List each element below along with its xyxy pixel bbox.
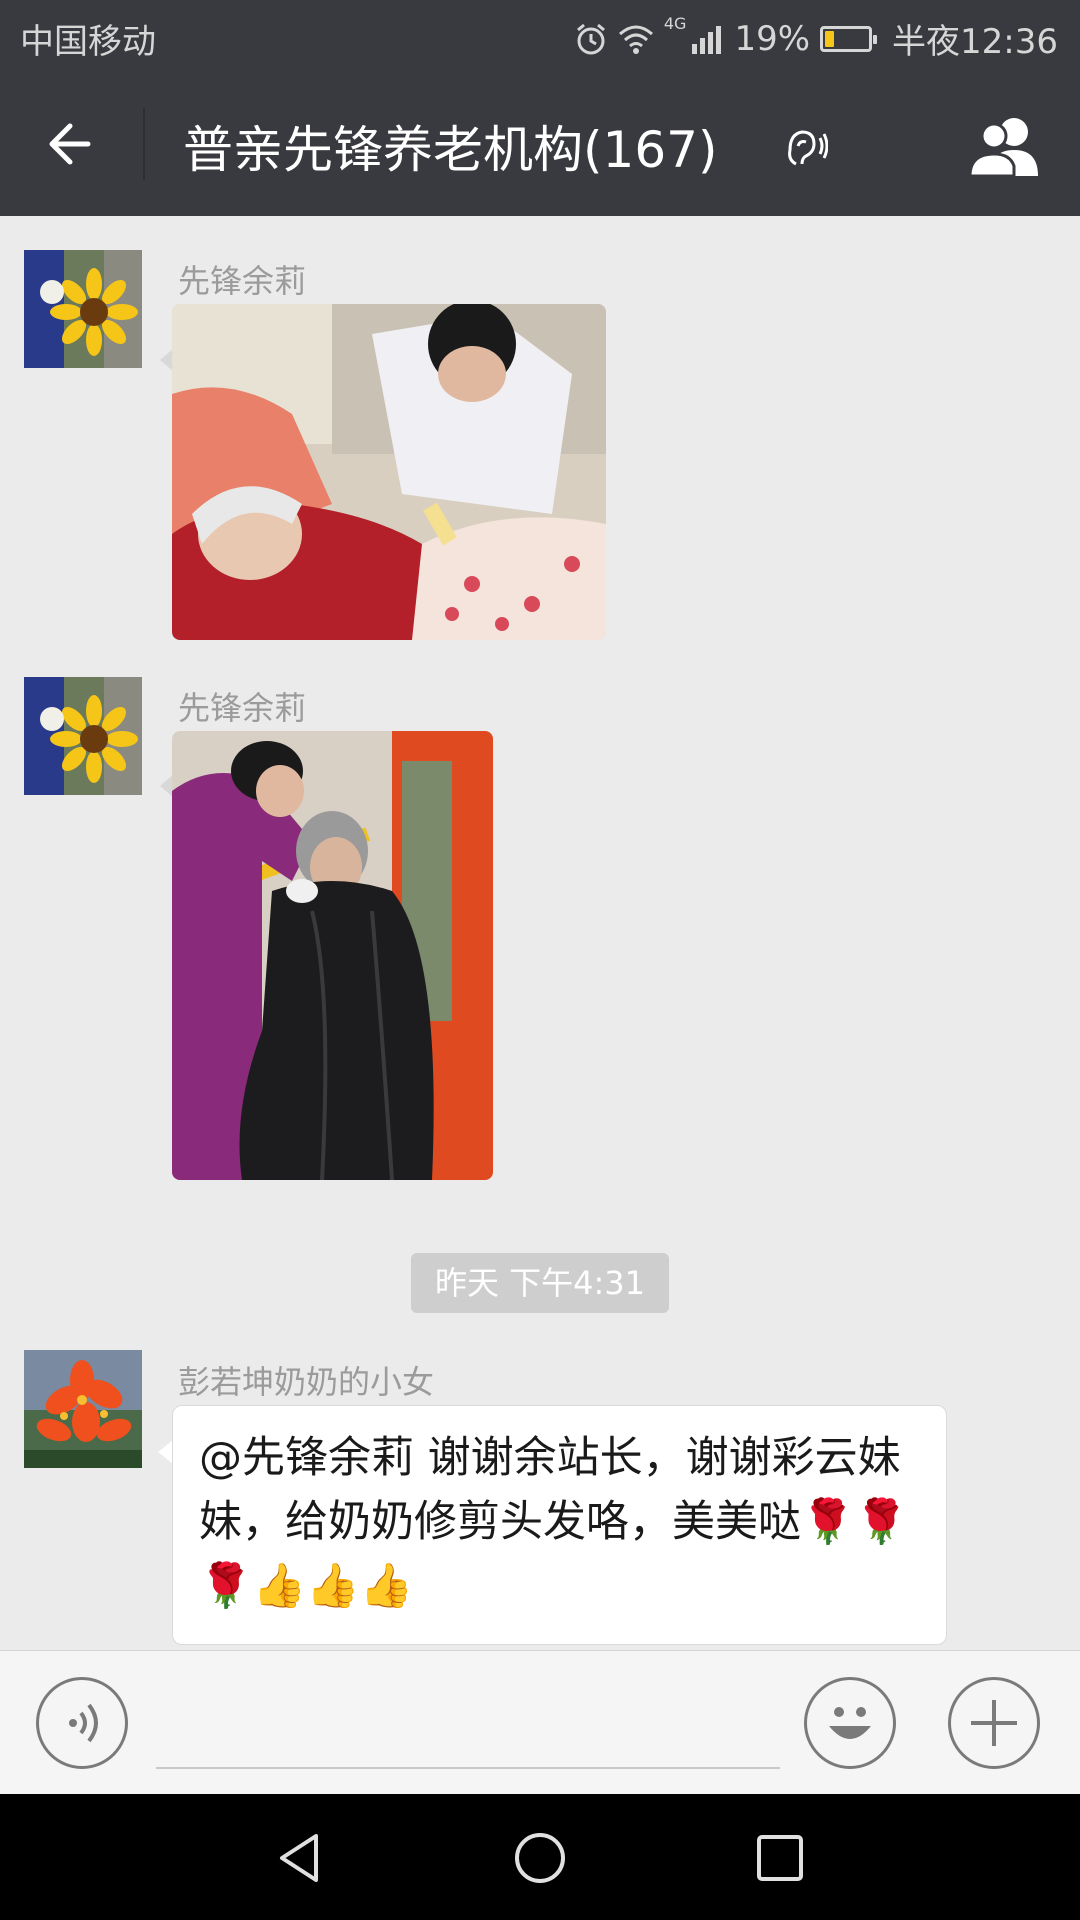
earpiece-mode-icon xyxy=(788,130,828,166)
clock: 半夜12:36 xyxy=(892,22,1058,62)
battery-percent: 19% xyxy=(734,18,811,59)
signal-icon xyxy=(692,25,722,54)
network-type-label: 4G xyxy=(663,14,687,33)
sender-avatar[interactable] xyxy=(24,677,142,795)
smiley-icon xyxy=(829,1707,871,1739)
sender-avatar[interactable] xyxy=(24,250,142,368)
alarm-icon xyxy=(576,23,605,54)
status-bar: 中国移动 4G 19% 半夜12:36 xyxy=(0,0,1080,72)
image-message[interactable] xyxy=(172,304,606,640)
sunflower-avatar-image xyxy=(24,677,142,795)
sender-name: 先锋余莉 xyxy=(178,262,307,300)
battery-icon xyxy=(820,25,878,52)
chat-timestamp: 昨天 下午4:31 xyxy=(411,1253,669,1313)
sunflower-avatar-image xyxy=(24,250,142,368)
battery-level xyxy=(825,30,834,47)
sender-name: 先锋余莉 xyxy=(178,689,307,727)
nav-back-icon[interactable] xyxy=(270,1828,330,1888)
chat-title: 普亲先锋养老机构(167) xyxy=(183,121,718,179)
carrier-label: 中国移动 xyxy=(20,22,156,62)
emoji-button[interactable] xyxy=(804,1677,896,1769)
image-message[interactable] xyxy=(172,731,493,1180)
message-input[interactable] xyxy=(156,1767,780,1769)
group-members-icon[interactable] xyxy=(964,114,1048,178)
system-nav-bar xyxy=(0,1794,1080,1920)
chat-header: 普亲先锋养老机构(167) xyxy=(0,72,1080,216)
plus-icon xyxy=(971,1700,1017,1746)
more-actions-button[interactable] xyxy=(948,1677,1040,1769)
clivia-avatar-image xyxy=(24,1350,142,1468)
voice-icon xyxy=(69,1703,98,1743)
nav-recents-icon[interactable] xyxy=(750,1828,810,1888)
back-arrow-icon[interactable] xyxy=(42,114,102,174)
text-message[interactable]: @先锋余莉 谢谢余站长，谢谢彩云妹妹，给奶奶修剪头发咯，美美哒🌹🌹🌹👍👍👍 xyxy=(172,1405,947,1645)
sender-name: 彭若坤奶奶的小女 xyxy=(178,1363,435,1401)
voice-input-button[interactable] xyxy=(36,1677,128,1769)
header-divider xyxy=(143,108,145,180)
haircut-photo-image xyxy=(172,731,493,1180)
nursing-photo-image xyxy=(172,304,606,640)
bubble-tail xyxy=(158,1440,173,1464)
input-bar xyxy=(0,1650,1080,1795)
nav-home-icon[interactable] xyxy=(510,1828,570,1888)
sender-avatar[interactable] xyxy=(24,1350,142,1468)
wifi-icon xyxy=(618,25,653,54)
